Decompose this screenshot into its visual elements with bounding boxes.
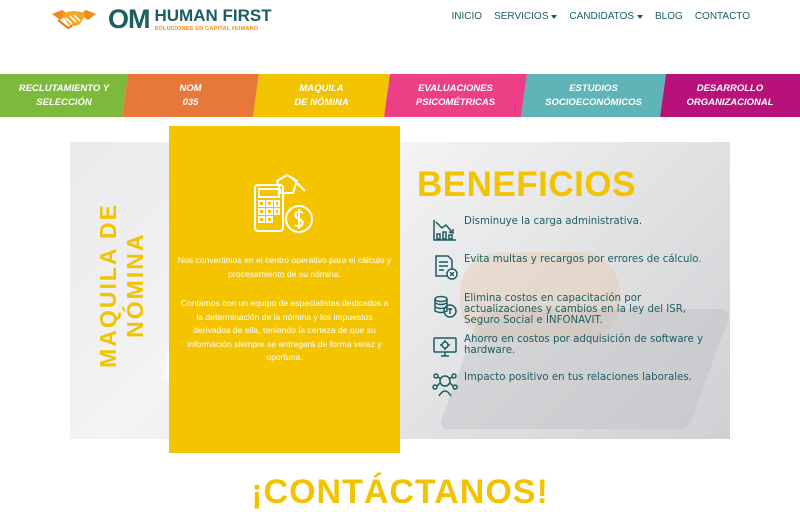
- nav-servicios[interactable]: SERVICIOS: [494, 11, 558, 22]
- benefit-item: Impacto positivo en tus relaciones labor…: [432, 372, 704, 398]
- ribbon-desarrollo[interactable]: DESARROLLO ORGANIZACIONAL: [660, 74, 800, 117]
- ribbon-nom-035[interactable]: NOM 035: [122, 74, 259, 117]
- nav-label: BLOG: [655, 11, 683, 22]
- logo-tagline: SOLUCIONES EN CAPITAL HUMANO: [154, 25, 259, 32]
- logo-name: HUMAN FIRST: [154, 5, 272, 25]
- document-error-icon: [435, 255, 458, 280]
- ribbon-estudios[interactable]: ESTUDIOS SOCIOECONÓMICOS: [521, 74, 666, 117]
- handshake-icon: [52, 10, 96, 30]
- card-paragraph-1: Nos convertimos en el centro operativo p…: [177, 255, 392, 279]
- benefit-text: Evita multas y recargos por errores de c…: [464, 254, 702, 265]
- payroll-calculator-icon: [254, 173, 313, 233]
- ribbon-label: DESARROLLO ORGANIZACIONAL: [686, 82, 774, 108]
- service-ribbon: RECLUTAMIENTO Y SELECCIÓN NOM 035 MAQUIL…: [0, 74, 800, 117]
- ribbon-evaluaciones[interactable]: EVALUACIONES PSICOMÉTRICAS: [384, 74, 527, 117]
- site-header: OM HUMAN FIRST SOLUCIONES EN CAPITAL HUM…: [0, 0, 800, 70]
- nav-blog[interactable]: BLOG: [655, 11, 683, 22]
- logo[interactable]: OM HUMAN FIRST SOLUCIONES EN CAPITAL HUM…: [50, 2, 272, 36]
- hero-vertical-title: MAQUILA DE NÓMINA: [82, 200, 162, 370]
- nav-label: CANDIDATOS: [569, 11, 635, 22]
- logo-om: OM: [108, 3, 150, 34]
- nav-label: SERVICIOS: [494, 11, 549, 22]
- benefit-item: Ahorro en costos por adquisición de soft…: [432, 334, 704, 360]
- benefits-title: BENEFICIOS: [417, 165, 636, 204]
- nav-label: CONTACTO: [694, 11, 750, 22]
- coins-icon: [434, 295, 457, 318]
- benefit-text: Ahorro en costos por adquisición de soft…: [464, 334, 704, 356]
- ribbon-label: RECLUTAMIENTO Y SELECCIÓN: [18, 82, 110, 108]
- ribbon-label: MAQUILA DE NÓMINA: [294, 82, 349, 108]
- hero-info-card: Nos convertimos en el centro operativo p…: [169, 126, 400, 453]
- ribbon-reclutamiento[interactable]: RECLUTAMIENTO Y SELECCIÓN: [0, 74, 128, 117]
- nav-inicio[interactable]: INICIO: [452, 11, 483, 22]
- ribbon-label: EVALUACIONES PSICOMÉTRICAS: [415, 82, 496, 108]
- benefit-item: Elimina costos en capacitación por actua…: [432, 293, 704, 326]
- nav-candidatos[interactable]: CANDIDATOS: [569, 11, 644, 22]
- contact-heading: ¡CONTÁCTANOS!: [251, 473, 549, 511]
- benefit-item: Disminuye la carga administrativa.: [432, 216, 704, 242]
- benefit-text: Elimina costos en capacitación por actua…: [464, 293, 687, 326]
- ribbon-label: NOM 035: [179, 82, 202, 108]
- main-nav: INICIO SERVICIOS CANDIDATOS BLOG CONTACT…: [452, 11, 750, 22]
- benefit-item: Evita multas y recargos por errores de c…: [432, 254, 704, 280]
- caret-down-icon: [551, 14, 558, 19]
- ribbon-label: ESTUDIOS SOCIOECONÓMICOS: [545, 82, 642, 108]
- nav-label: INICIO: [451, 11, 483, 22]
- card-paragraph-2: Contamos con un equipo de especialistas …: [180, 298, 389, 362]
- vertical-title-text: MAQUILA DE NÓMINA: [95, 202, 148, 368]
- benefit-text: Disminuye la carga administrativa.: [464, 216, 643, 227]
- people-network-icon: [432, 373, 458, 397]
- benefit-text: Impacto positivo en tus relaciones labor…: [464, 372, 692, 383]
- caret-down-icon: [637, 14, 644, 19]
- computer-icon: [433, 337, 457, 357]
- chart-down-icon: [433, 220, 456, 241]
- nav-contacto[interactable]: CONTACTO: [695, 11, 750, 22]
- ribbon-maquila[interactable]: MAQUILA DE NÓMINA: [253, 74, 390, 117]
